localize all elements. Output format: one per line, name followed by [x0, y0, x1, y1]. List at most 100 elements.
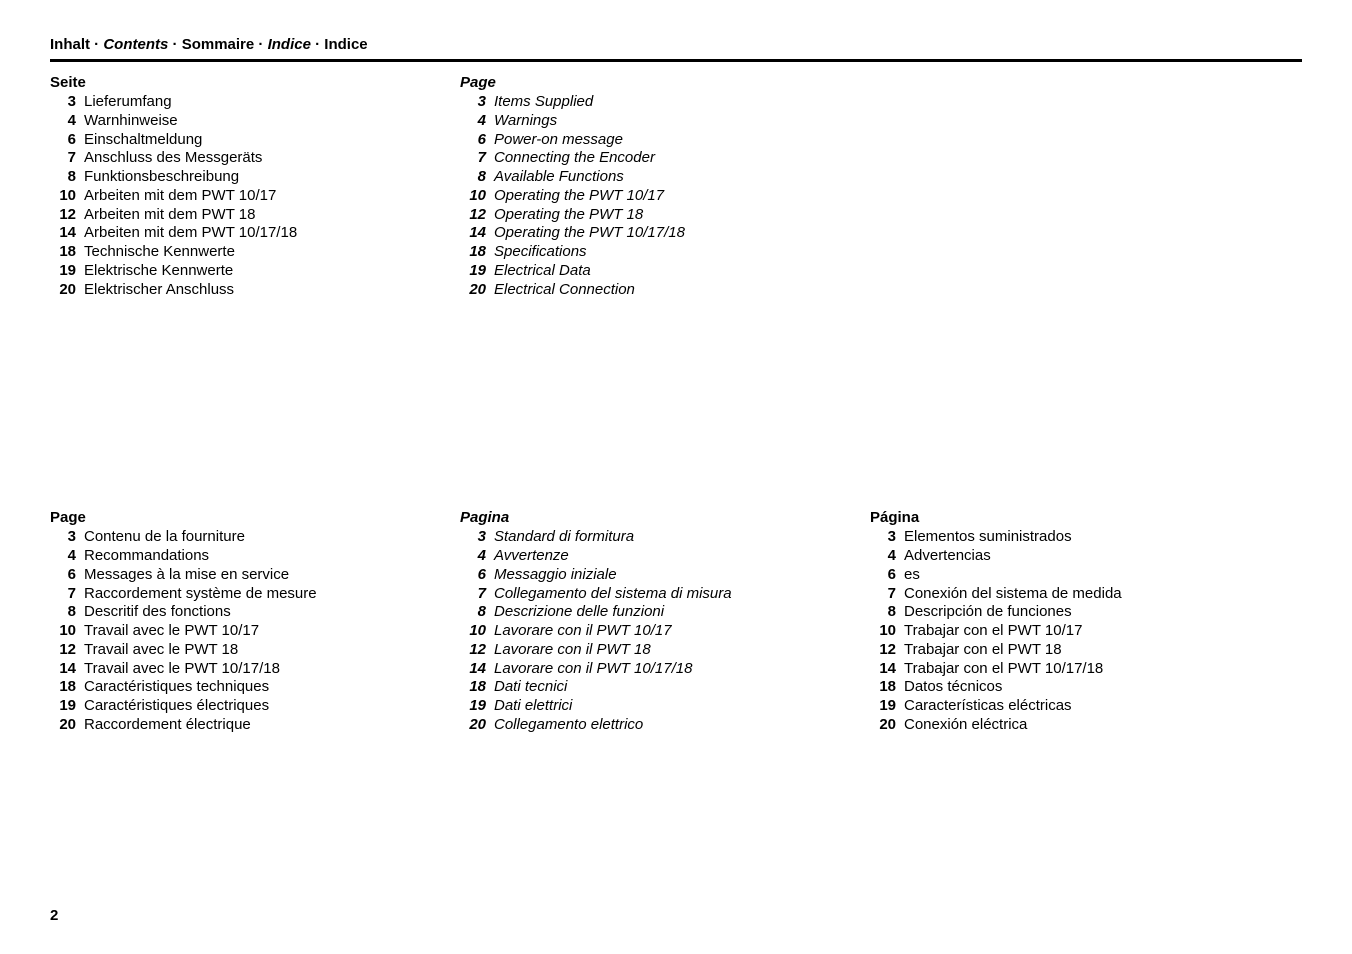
toc-entry-text: Travail avec le PWT 10/17	[76, 622, 259, 641]
toc-heading-en: Page	[460, 74, 850, 91]
toc-entry-text: Collegamento elettrico	[486, 716, 643, 735]
toc-entry-text: Lavorare con il PWT 18	[486, 641, 651, 660]
toc-page-num: 14	[460, 660, 486, 679]
toc-entry: 20Raccordement électrique	[50, 716, 440, 735]
toc-page-num: 20	[460, 716, 486, 735]
toc-row-top: Seite3Lieferumfang4Warnhinweise6Einschal…	[50, 74, 1302, 299]
toc-entry-text: Lieferumfang	[76, 93, 172, 112]
toc-entry-text: Electrical Connection	[486, 281, 635, 300]
toc-page-num: 18	[870, 678, 896, 697]
title-part-it: Indice	[268, 36, 311, 53]
toc-col-es: Página3Elementos suministrados4Advertenc…	[870, 509, 1260, 734]
toc-page-num: 19	[460, 262, 486, 281]
toc-entry: 10Trabajar con el PWT 10/17	[870, 622, 1260, 641]
toc-entry-text: Contenu de la fourniture	[76, 528, 245, 547]
toc-entry-text: Messages à la mise en service	[76, 566, 289, 585]
toc-entry: 6Einschaltmeldung	[50, 131, 440, 150]
toc-entry-text: Descrizione delle funzioni	[486, 603, 664, 622]
toc-page-num: 19	[870, 697, 896, 716]
toc-page-num: 6	[870, 566, 896, 585]
toc-entry-text: Operating the PWT 10/17/18	[486, 224, 685, 243]
toc-entry-text: Elektrische Kennwerte	[76, 262, 233, 281]
toc-entry: 4Warnings	[460, 112, 850, 131]
toc-entry: 18Dati tecnici	[460, 678, 850, 697]
toc-entry: 12Travail avec le PWT 18	[50, 641, 440, 660]
toc-entry: 19Características eléctricas	[870, 697, 1260, 716]
toc-entry-text: Travail avec le PWT 10/17/18	[76, 660, 280, 679]
title-sep: ·	[90, 36, 103, 53]
toc-entry: 8Descripción de funciones	[870, 603, 1260, 622]
toc-page-num: 10	[50, 622, 76, 641]
toc-col-de: Seite 3Lieferumfang4Warnhinweise6Einschal…	[50, 74, 440, 299]
toc-entry: 18Caractéristiques techniques	[50, 678, 440, 697]
toc-entry-text: Arbeiten mit dem PWT 10/17	[76, 187, 276, 206]
toc-page-num: 10	[460, 622, 486, 641]
toc-page-num: 7	[460, 149, 486, 168]
toc-entry: 8Funktionsbeschreibung	[50, 168, 440, 187]
toc-entry: 8Descrizione delle funzioni	[460, 603, 850, 622]
toc-title: Inhalt · Contents · Sommaire · Indice · …	[50, 36, 1302, 53]
toc-entry: 7Raccordement système de mesure	[50, 585, 440, 604]
toc-page-num: 7	[460, 585, 486, 604]
toc-heading-es: Página	[870, 509, 1260, 526]
toc-entry-text: Einschaltmeldung	[76, 131, 202, 150]
toc-entry: 19Elektrische Kennwerte	[50, 262, 440, 281]
toc-page-num: 8	[870, 603, 896, 622]
toc-entry: 8Available Functions	[460, 168, 850, 187]
toc-page-num: 4	[50, 112, 76, 131]
toc-entry: 3Contenu de la fourniture	[50, 528, 440, 547]
toc-page-num: 10	[50, 187, 76, 206]
toc-entry: 10Travail avec le PWT 10/17	[50, 622, 440, 641]
toc-entry-text: Warnings	[486, 112, 557, 131]
toc-entry: 14Arbeiten mit dem PWT 10/17/18	[50, 224, 440, 243]
toc-entry: 4Warnhinweise	[50, 112, 440, 131]
toc-entry: 12Arbeiten mit dem PWT 18	[50, 206, 440, 225]
toc-entry-text: Características eléctricas	[896, 697, 1072, 716]
toc-page-num: 20	[50, 281, 76, 300]
toc-entry: 18Technische Kennwerte	[50, 243, 440, 262]
toc-entry: 18Specifications	[460, 243, 850, 262]
toc-entry: 10Lavorare con il PWT 10/17	[460, 622, 850, 641]
title-part-de: Inhalt	[50, 36, 90, 53]
toc-page-num: 3	[50, 528, 76, 547]
toc-heading-fr: Page	[50, 509, 440, 526]
toc-entry: 20Collegamento elettrico	[460, 716, 850, 735]
toc-entry: 8Descritif des fonctions	[50, 603, 440, 622]
toc-entry: 14Trabajar con el PWT 10/17/18	[870, 660, 1260, 679]
toc-entry-text: Elementos suministrados	[896, 528, 1072, 547]
toc-entry-text: Advertencias	[896, 547, 991, 566]
toc-entry-text: Elektrischer Anschluss	[76, 281, 234, 300]
toc-entry: 19Caractéristiques électriques	[50, 697, 440, 716]
toc-entry-text: Descripción de funciones	[896, 603, 1072, 622]
toc-page-num: 3	[460, 93, 486, 112]
toc-page-num: 14	[50, 224, 76, 243]
toc-page-num: 3	[50, 93, 76, 112]
toc-entry-text: Power-on message	[486, 131, 623, 150]
toc-heading-de: Seite	[50, 74, 440, 91]
toc-page-num: 6	[460, 566, 486, 585]
toc-entry-text: Connecting the Encoder	[486, 149, 655, 168]
toc-page-num: 12	[50, 641, 76, 660]
toc-page-num: 7	[50, 149, 76, 168]
toc-entry-text: Datos técnicos	[896, 678, 1002, 697]
page-number: 2	[50, 907, 58, 924]
toc-row-bottom: Page3Contenu de la fourniture4Recommanda…	[50, 509, 1302, 734]
toc-page-num: 8	[460, 168, 486, 187]
toc-entry: 4Advertencias	[870, 547, 1260, 566]
toc-entry-text: Funktionsbeschreibung	[76, 168, 239, 187]
toc-page-num: 12	[460, 641, 486, 660]
toc-entry: 20Electrical Connection	[460, 281, 850, 300]
toc-page-num: 18	[460, 678, 486, 697]
toc-entry: 20Conexión eléctrica	[870, 716, 1260, 735]
toc-page-num: 4	[460, 547, 486, 566]
toc-entry: 7Anschluss des Messgeräts	[50, 149, 440, 168]
toc-entry-text: Raccordement électrique	[76, 716, 251, 735]
toc-entry-text: Travail avec le PWT 18	[76, 641, 238, 660]
toc-entry: 7Connecting the Encoder	[460, 149, 850, 168]
page: Inhalt · Contents · Sommaire · Indice · …	[0, 0, 1352, 954]
title-sep: ·	[254, 36, 267, 53]
toc-page-num: 12	[460, 206, 486, 225]
title-sep: ·	[168, 36, 181, 53]
toc-page-num: 19	[50, 697, 76, 716]
toc-entry-text: Trabajar con el PWT 10/17	[896, 622, 1082, 641]
